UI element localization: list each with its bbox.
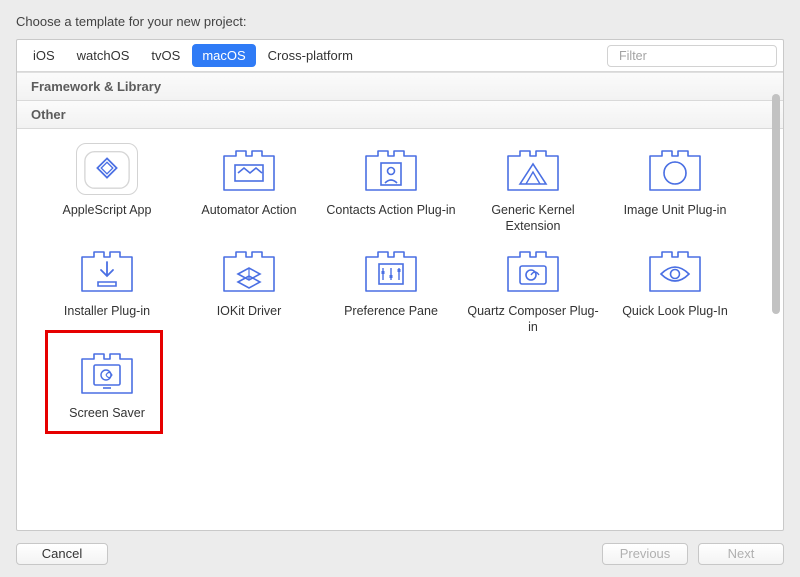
tab-macos[interactable]: macOS — [192, 44, 255, 67]
tab-crossplatform[interactable]: Cross-platform — [258, 44, 363, 67]
template-label: Preference Pane — [344, 304, 438, 334]
contacts-icon — [360, 143, 422, 195]
template-preference-pane[interactable]: Preference Pane — [323, 244, 459, 334]
screensaver-icon — [76, 346, 138, 398]
template-label: AppleScript App — [63, 203, 152, 233]
iokit-icon — [218, 244, 280, 296]
scrollbar-thumb[interactable] — [772, 94, 780, 314]
template-grid-scroll[interactable]: AppleScript App Automator Action Contact… — [17, 129, 783, 530]
template-screen-saver[interactable]: Screen Saver — [39, 346, 175, 436]
template-label: Automator Action — [201, 203, 296, 233]
section-header-framework[interactable]: Framework & Library — [17, 72, 783, 101]
applescript-icon — [76, 143, 138, 195]
scrollbar[interactable] — [771, 74, 781, 528]
template-label: Quartz Composer Plug-in — [465, 304, 601, 335]
template-label: Screen Saver — [69, 406, 145, 436]
dialog-footer: Cancel Previous Next — [16, 531, 784, 565]
template-label: Contacts Action Plug-in — [326, 203, 455, 233]
imageunit-icon — [644, 143, 706, 195]
tab-ios[interactable]: iOS — [23, 44, 65, 67]
automator-icon — [218, 143, 280, 195]
filter-input[interactable] — [619, 49, 780, 63]
template-label: Image Unit Plug-in — [624, 203, 727, 233]
template-label: Installer Plug-in — [64, 304, 150, 334]
quartz-icon — [502, 244, 564, 296]
kernel-icon — [502, 143, 564, 195]
tab-tvos[interactable]: tvOS — [141, 44, 190, 67]
quicklook-icon — [644, 244, 706, 296]
platform-tabbar: iOS watchOS tvOS macOS Cross-platform — [17, 40, 783, 72]
prefpane-icon — [360, 244, 422, 296]
previous-button[interactable]: Previous — [602, 543, 688, 565]
template-installer-plugin[interactable]: Installer Plug-in — [39, 244, 175, 334]
panel: iOS watchOS tvOS macOS Cross-platform Fr… — [16, 39, 784, 531]
next-button[interactable]: Next — [698, 543, 784, 565]
template-applescript-app[interactable]: AppleScript App — [39, 143, 175, 233]
template-iokit-driver[interactable]: IOKit Driver — [181, 244, 317, 334]
template-automator-action[interactable]: Automator Action — [181, 143, 317, 233]
section-header-other[interactable]: Other — [17, 101, 783, 129]
cancel-button[interactable]: Cancel — [16, 543, 108, 565]
template-image-unit-plugin[interactable]: Image Unit Plug-in — [607, 143, 743, 233]
filter-field[interactable] — [607, 45, 777, 67]
template-kernel-extension[interactable]: Generic Kernel Extension — [465, 143, 601, 234]
template-grid: AppleScript App Automator Action Contact… — [39, 143, 775, 436]
template-quick-look-plugin[interactable]: Quick Look Plug-In — [607, 244, 743, 334]
template-label: IOKit Driver — [217, 304, 282, 334]
template-quartz-composer-plugin[interactable]: Quartz Composer Plug-in — [465, 244, 601, 335]
installer-icon — [76, 244, 138, 296]
template-chooser-dialog: Choose a template for your new project: … — [0, 0, 800, 577]
dialog-title: Choose a template for your new project: — [16, 14, 784, 29]
template-label: Quick Look Plug-In — [622, 304, 728, 334]
template-contacts-plugin[interactable]: Contacts Action Plug-in — [323, 143, 459, 233]
tab-watchos[interactable]: watchOS — [67, 44, 140, 67]
template-label: Generic Kernel Extension — [465, 203, 601, 234]
